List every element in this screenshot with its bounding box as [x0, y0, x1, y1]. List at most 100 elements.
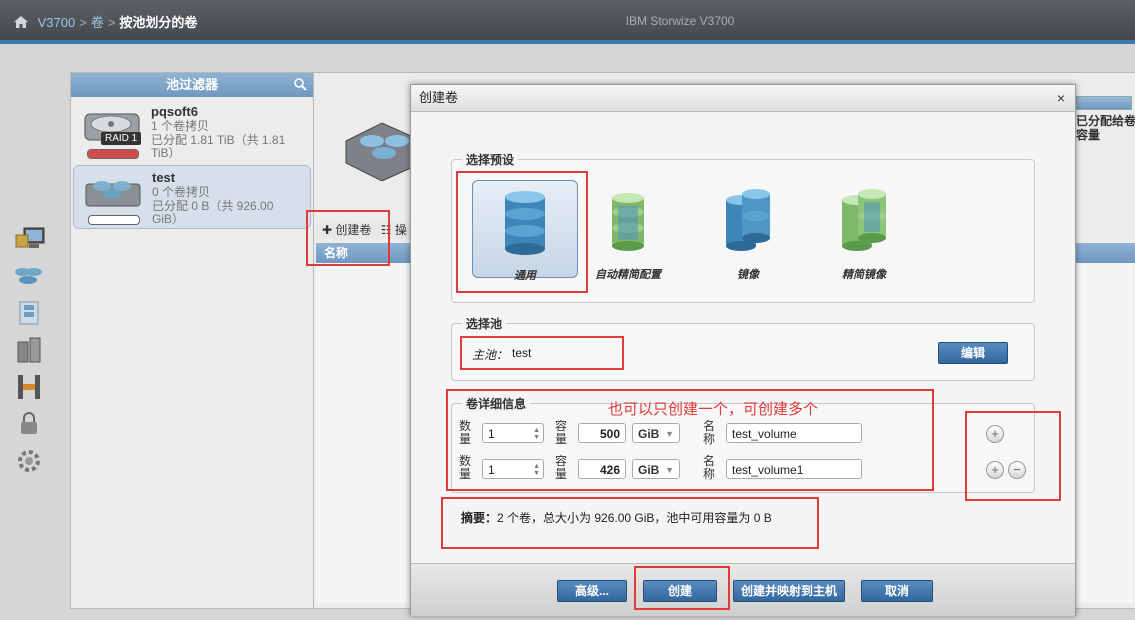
chevron-down-icon: ▼ — [665, 429, 674, 439]
volume-name-input[interactable]: test_volume — [726, 423, 862, 443]
quantity-label: 数量 — [458, 419, 471, 446]
volume-name-value: test_volume — [732, 427, 797, 441]
breadcrumb-volumes[interactable]: 卷 — [91, 15, 104, 30]
capacity-label: 容量 — [554, 454, 567, 481]
primary-pool-value: test — [512, 346, 532, 360]
unit-select[interactable]: GiB ▼ — [632, 423, 680, 443]
copy-services-icon[interactable] — [12, 373, 46, 401]
main-toolbar: ✚ 创建卷 ☷ 操 — [316, 221, 412, 239]
pools-icon[interactable] — [12, 262, 46, 290]
quantity-label: 数量 — [458, 454, 471, 481]
pool-usage-bar — [87, 149, 139, 159]
create-volume-dialog: 创建卷 × 选择预设 通用 自动精简配置 镜像 精简镜像 选择池 主池： tes… — [410, 84, 1076, 616]
primary-pool-label: 主池： — [472, 348, 509, 362]
advanced-button[interactable]: 高级... — [557, 580, 627, 602]
search-icon[interactable] — [294, 78, 307, 91]
unit-value: GiB — [638, 463, 660, 477]
name-label: 名称 — [702, 419, 715, 446]
volumes-icon[interactable] — [12, 299, 46, 327]
spinner-arrows-icon[interactable]: ▲ ▼ — [533, 427, 540, 441]
preset-label: 通用 — [514, 270, 536, 282]
preset-generic[interactable]: 通用 — [472, 180, 578, 282]
cancel-button[interactable]: 取消 — [861, 580, 933, 602]
add-row-icon[interactable]: + — [986, 425, 1004, 443]
spinner-arrows-icon[interactable]: ▲ ▼ — [533, 463, 540, 477]
home-icon[interactable] — [14, 16, 28, 28]
pool-name: pqsoft6 — [151, 104, 198, 119]
thin-mirror-icon — [842, 189, 886, 251]
left-nav — [8, 225, 52, 484]
generic-volume-icon — [505, 191, 545, 255]
preset-label: 镜像 — [737, 269, 759, 281]
preset-thin-mirror[interactable]: 精简镜像 — [812, 180, 916, 281]
preset-label: 自动精简配置 — [595, 269, 661, 281]
quantity-stepper[interactable]: 1 ▲ ▼ — [482, 423, 544, 443]
volume-name-input[interactable]: test_volume1 — [726, 459, 862, 479]
quantity-value: 1 — [488, 463, 495, 477]
hosts-icon[interactable] — [12, 336, 46, 364]
settings-icon[interactable] — [12, 447, 46, 475]
capacity-value: 426 — [599, 463, 620, 477]
allocated-label: 已分配给卷 — [1076, 114, 1135, 128]
pool-usage-bar — [88, 215, 140, 225]
quantity-value: 1 — [488, 427, 495, 441]
pool-filter-title: 池过滤器 — [165, 77, 218, 92]
pool-item-pqsoft6[interactable]: RAID 1 pqsoft6 1 个卷拷贝 已分配 1.81 TiB（共 1.8… — [73, 100, 311, 162]
capacity-summary-fragment: 已分配给卷 容量 — [1076, 96, 1135, 142]
summary-text: 2 个卷，总大小为 926.00 GiB，池中可用容量为 0 B — [497, 511, 772, 525]
dialog-title-bar: 创建卷 × — [411, 85, 1075, 112]
monitoring-icon[interactable] — [12, 225, 46, 253]
preset-label: 精简镜像 — [842, 269, 886, 281]
annotation-text: 也可以只创建一个，可创建多个 — [608, 401, 819, 418]
access-icon[interactable] — [12, 410, 46, 438]
volume-name-value: test_volume1 — [732, 463, 804, 477]
capacity-label: 容量 — [1076, 128, 1101, 142]
pool-select-group: 选择池 主池： test 编辑 — [451, 315, 1035, 381]
create-and-map-button[interactable]: 创建并映射到主机 — [733, 580, 845, 602]
pool-volume-count: 1 个卷拷贝 — [151, 119, 210, 133]
breadcrumb-current: 按池划分的卷 — [119, 15, 198, 30]
pool-capacity: 已分配 0 B（共 926.00 GiB） — [152, 199, 274, 226]
pool-item-test[interactable]: test 0 个卷拷贝 已分配 0 B（共 926.00 GiB） — [73, 165, 311, 229]
pool-filter-panel: 池过滤器 RAID 1 pqsoft6 1 个卷拷贝 已分配 1.81 TiB（… — [70, 72, 314, 609]
name-label: 名称 — [702, 454, 715, 481]
pool-filter-header: 池过滤器 — [71, 73, 313, 97]
pool-legend: 选择池 — [462, 315, 507, 332]
capacity-bar — [1076, 96, 1132, 110]
capacity-input[interactable]: 426 — [578, 459, 626, 479]
quantity-stepper[interactable]: 1 ▲ ▼ — [482, 459, 544, 479]
pool-volume-count: 0 个卷拷贝 — [152, 185, 211, 199]
create-button[interactable]: 创建 — [643, 580, 717, 602]
breadcrumb-separator: > — [107, 15, 116, 30]
pool-disk-icon — [85, 181, 141, 207]
thin-provision-icon — [612, 193, 644, 251]
actions-menu-button[interactable]: ☷ 操 — [381, 223, 407, 237]
capacity-value: 500 — [599, 427, 620, 441]
unit-value: GiB — [638, 427, 660, 441]
edit-pool-button[interactable]: 编辑 — [938, 342, 1008, 364]
breadcrumb-root[interactable]: V3700 — [38, 15, 76, 30]
add-row-icon[interactable]: + — [986, 461, 1004, 479]
pool-name: test — [152, 170, 176, 185]
mirror-volume-icon — [726, 189, 770, 251]
breadcrumb: V3700 > 卷 > 按池划分的卷 — [14, 12, 197, 31]
unit-select[interactable]: GiB ▼ — [632, 459, 680, 479]
capacity-input[interactable]: 500 — [578, 423, 626, 443]
preset-legend: 选择预设 — [462, 151, 519, 168]
close-icon[interactable]: × — [1057, 85, 1065, 111]
summary: 摘要：2 个卷，总大小为 926.00 GiB，池中可用容量为 0 B — [461, 509, 772, 526]
remove-row-icon[interactable]: − — [1008, 461, 1026, 479]
dialog-title: 创建卷 — [419, 90, 459, 105]
create-volume-button[interactable]: ✚ 创建卷 — [322, 223, 371, 237]
top-bar: V3700 > 卷 > 按池划分的卷 IBM Storwize V3700 — [0, 0, 1135, 44]
preset-mirror[interactable]: 镜像 — [696, 180, 800, 281]
preset-thin-provision[interactable]: 自动精简配置 — [576, 180, 680, 281]
details-legend: 卷详细信息 — [462, 395, 531, 412]
dialog-footer: 高级... 创建 创建并映射到主机 取消 — [411, 563, 1075, 616]
capacity-label: 容量 — [554, 419, 567, 446]
summary-label: 摘要： — [461, 511, 498, 525]
app-title: IBM Storwize V3700 — [625, 14, 735, 28]
breadcrumb-separator: > — [79, 15, 87, 30]
chevron-down-icon: ▼ — [665, 465, 674, 475]
raid-badge: RAID 1 — [101, 132, 142, 145]
